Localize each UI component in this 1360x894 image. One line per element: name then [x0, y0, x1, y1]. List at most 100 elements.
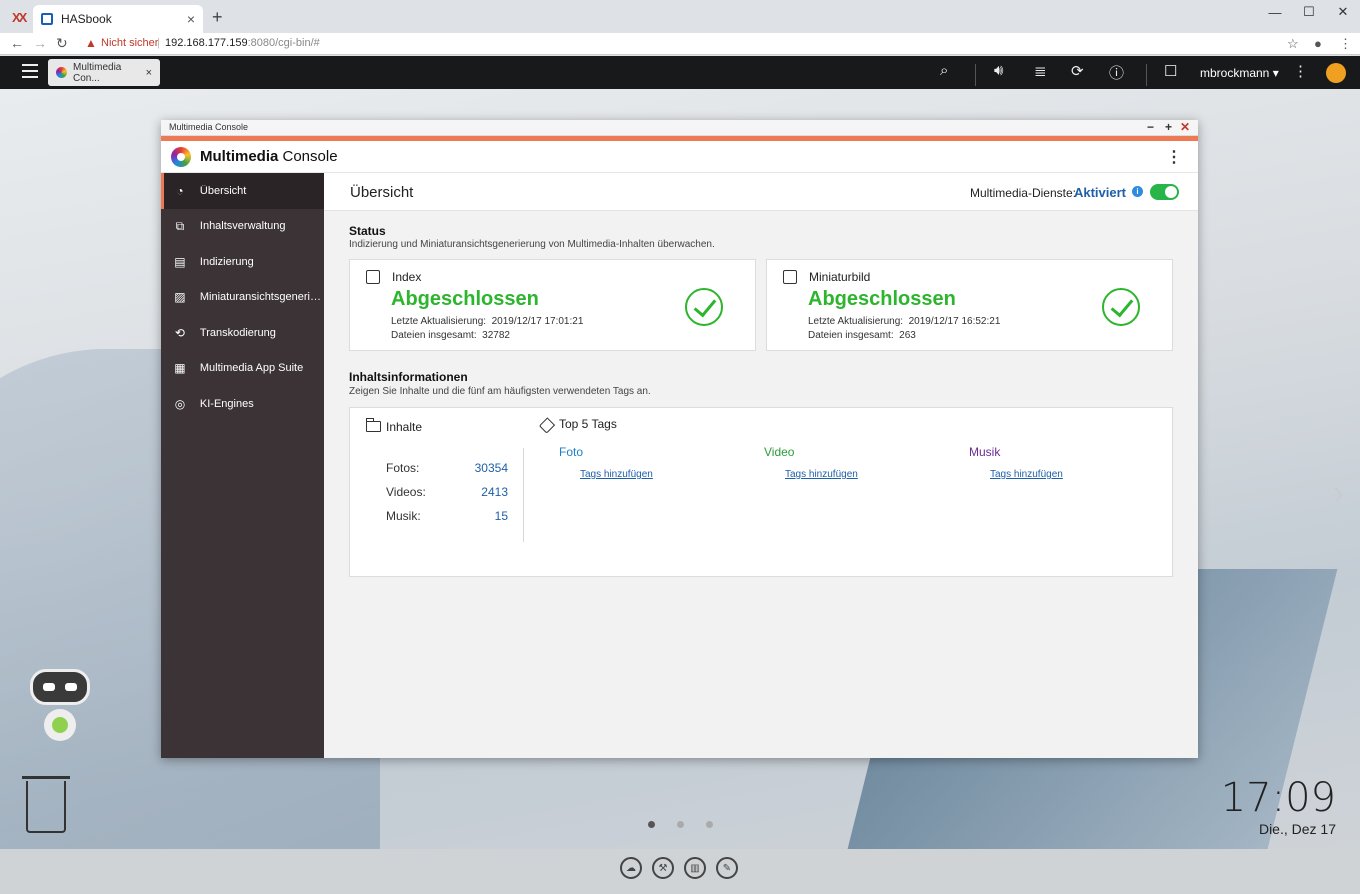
clipboard-icon: ▤ [174, 254, 186, 269]
total-files-label: Dateien insgesamt: [808, 330, 894, 341]
desktop-page-indicator [648, 821, 713, 828]
window-close-button[interactable]: ✕ [1180, 120, 1190, 134]
image-icon: ▨ [174, 290, 186, 305]
sidebar-item-label: Miniaturansichtsgenerierung [199, 291, 324, 304]
add-tags-link-music[interactable]: Tags hinzufügen [990, 469, 1063, 480]
taskbar-app-multimedia-console[interactable]: Multimedia Con... × [48, 59, 160, 86]
add-tags-link-photo[interactable]: Tags hinzufügen [580, 469, 653, 480]
profile-icon[interactable]: ● [1314, 36, 1322, 51]
sidebar-item-transcoding[interactable]: ⟲ Transkodierung [161, 315, 324, 351]
desktop-date: Die., Dez 17 [1258, 821, 1336, 837]
last-update: Letzte Aktualisierung: 2019/12/17 16:52:… [808, 316, 1000, 327]
cloud-icon[interactable]: ☁ [620, 857, 642, 879]
services-toggle[interactable] [1150, 184, 1179, 200]
bookmark-star-icon[interactable]: ☆ [1287, 36, 1299, 52]
url-host: 192.168.177.159 [165, 37, 248, 49]
dashboard-gauge-icon[interactable] [1326, 63, 1346, 83]
more-options-icon[interactable]: ⋮ [1293, 62, 1308, 80]
content-divider [523, 448, 524, 542]
security-status[interactable]: Nicht sicher [101, 37, 158, 49]
taskbar-divider [1146, 64, 1147, 86]
trash-icon[interactable] [26, 781, 66, 833]
total-files-value: 263 [899, 330, 916, 341]
robot-eye [43, 683, 55, 691]
page-dot[interactable] [677, 821, 684, 828]
stat-label-videos: Videos: [386, 485, 426, 499]
maximize-button[interactable]: ☐ [1292, 0, 1326, 24]
thumbnail-status-card: Miniaturbild Abgeschlossen Letzte Aktual… [766, 259, 1173, 351]
stat-label-music: Musik: [386, 509, 421, 523]
sidebar-item-label: Indizierung [199, 255, 254, 268]
window-title: Multimedia Console [169, 122, 249, 132]
notes-icon[interactable]: ✎ [716, 857, 738, 879]
background-tasks-icon[interactable]: ≣ [1034, 62, 1047, 80]
page-dot[interactable] [648, 821, 655, 828]
user-icon[interactable]: ☐ [1164, 62, 1177, 80]
robot-head [30, 669, 90, 705]
close-window-button[interactable]: ✕ [1326, 0, 1360, 24]
card-status: Abgeschlossen [391, 288, 539, 310]
sidebar-item-overview[interactable]: ◔ Übersicht [161, 173, 324, 209]
sidebar-item-ai-engines[interactable]: ◎ KI-Engines [161, 386, 324, 422]
volume-icon[interactable]: 🔊︎ [994, 62, 1003, 79]
window-titlebar[interactable]: Multimedia Console − + ✕ [161, 120, 1198, 136]
status-section-title: Status [349, 224, 386, 238]
search-icon[interactable]: ⌕ [940, 62, 948, 79]
url-field[interactable]: 192.168.177.159:8080/cgi-bin/# [165, 37, 320, 49]
stat-value-music[interactable]: 15 [495, 509, 508, 523]
transcode-icon: ⟲ [174, 325, 185, 340]
content-manage-icon: ⧉ [175, 218, 185, 233]
book-icon[interactable]: ▥ [684, 857, 706, 879]
stat-value-photos[interactable]: 30354 [475, 461, 508, 475]
ai-engine-icon: ◎ [174, 396, 186, 411]
app-name-rest: Console [278, 148, 338, 165]
tab-title: HASbook [61, 12, 112, 26]
app-name-bold: Multimedia [200, 148, 279, 165]
sidebar-item-indexing[interactable]: ▤ Indizierung [161, 244, 324, 280]
sidebar-item-label: KI-Engines [199, 397, 254, 410]
services-label: Multimedia-Dienste: [969, 186, 1076, 200]
page-dot[interactable] [706, 821, 713, 828]
forward-button[interactable]: → [33, 35, 47, 51]
back-button[interactable]: ← [10, 35, 24, 51]
tools-icon[interactable]: ⚒ [652, 857, 674, 879]
info-icon[interactable]: i [1132, 186, 1143, 197]
total-files-value: 32782 [482, 330, 510, 341]
check-circle-icon [685, 288, 723, 326]
window-minimize-button[interactable]: − [1147, 120, 1154, 134]
url-path: :8080/cgi-bin/# [247, 37, 320, 49]
sidebar-item-app-suite[interactable]: ▦ Multimedia App Suite [161, 351, 324, 387]
stat-value-videos[interactable]: 2413 [481, 485, 508, 499]
info-icon[interactable]: ⓘ [1109, 62, 1124, 83]
add-tags-link-video[interactable]: Tags hinzufügen [785, 469, 858, 480]
app-more-options-icon[interactable]: ⋮ [1166, 147, 1182, 167]
last-update-value: 2019/12/17 16:52:21 [908, 316, 1001, 327]
sidebar-item-label: Übersicht [199, 184, 247, 197]
tab-close-icon[interactable]: × [187, 11, 195, 27]
services-status: Aktiviert [1073, 185, 1126, 200]
window-maximize-button[interactable]: + [1165, 120, 1172, 134]
page-title: Übersicht [350, 184, 414, 201]
browser-menu-icon[interactable]: ⋮ [1339, 36, 1352, 52]
main-content: Übersicht Multimedia-Dienste: Aktiviert … [324, 173, 1198, 758]
main-header: Übersicht Multimedia-Dienste: Aktiviert … [324, 173, 1198, 211]
sidebar-item-label: Transkodierung [199, 326, 276, 339]
gauge-icon: ◔ [176, 183, 184, 198]
new-tab-button[interactable]: + [212, 7, 223, 28]
username-dropdown[interactable]: mbrockmann ▾ [1200, 66, 1279, 80]
app-header: Multimedia Console ⋮ [161, 141, 1198, 173]
next-page-arrow-icon[interactable]: › [1333, 474, 1344, 513]
tag-icon [538, 417, 556, 434]
sync-icon[interactable]: ⟳ [1071, 62, 1084, 80]
minimize-button[interactable]: — [1258, 0, 1292, 24]
main-menu-icon[interactable] [22, 64, 38, 78]
sidebar-item-content-management[interactable]: ⧉ Inhaltsverwaltung [161, 209, 324, 245]
qboost-robot-icon[interactable] [22, 669, 102, 764]
taskbar-app-label: Multimedia Con... [73, 61, 122, 84]
top-tags-title: Top 5 Tags [559, 417, 617, 431]
reload-button[interactable]: ↻ [56, 35, 68, 52]
taskbar-app-close-icon[interactable]: × [146, 67, 152, 79]
browser-tab[interactable]: HASbook × [33, 5, 203, 33]
clipboard-icon [366, 270, 380, 284]
sidebar-item-thumbnail-generation[interactable]: ▨ Miniaturansichtsgenerierung [161, 280, 324, 316]
